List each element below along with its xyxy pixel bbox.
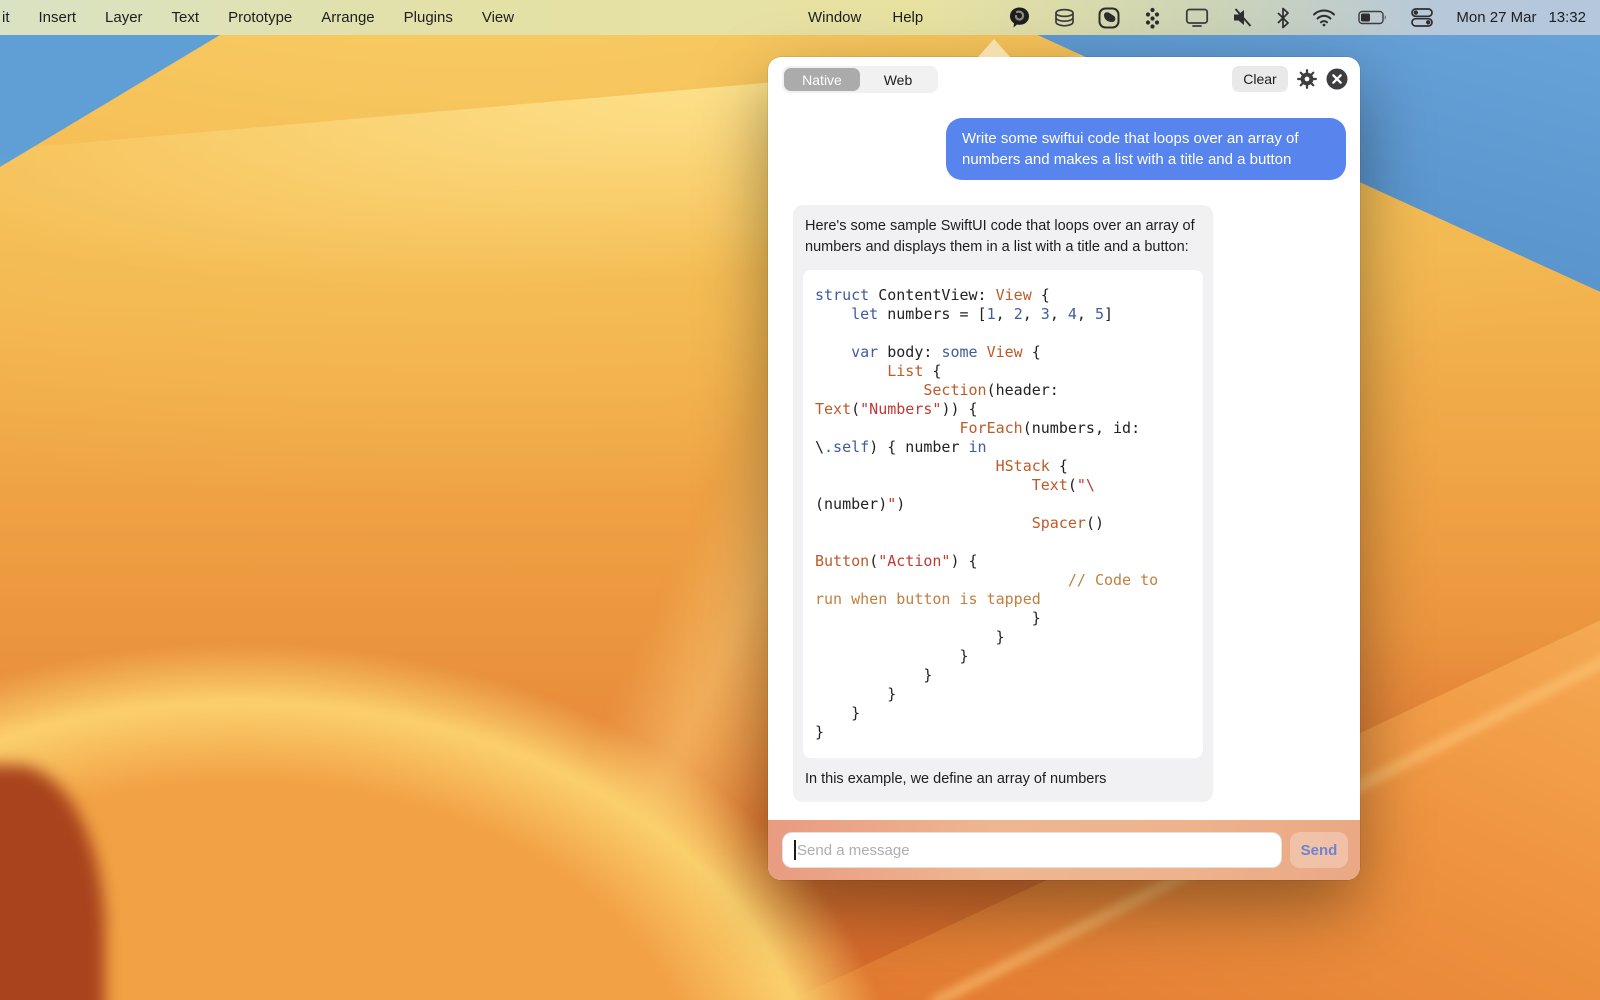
menu-bar-clock[interactable]: Mon 27 Mar 13:32: [1456, 9, 1586, 26]
code-line: }: [815, 704, 1195, 723]
message-composer: Send: [768, 820, 1360, 880]
code-line: let numbers = [1, 2, 3, 4, 5]: [815, 305, 1195, 324]
code-line: (number)"): [815, 495, 1195, 514]
clear-button[interactable]: Clear: [1232, 66, 1288, 92]
code-line: Text("\: [815, 476, 1195, 495]
send-button[interactable]: Send: [1290, 832, 1348, 868]
code-line: // Code to: [815, 571, 1195, 590]
code-line: }: [815, 647, 1195, 666]
tab-web[interactable]: Web: [860, 68, 936, 91]
settings-gear-icon[interactable]: [1296, 68, 1318, 90]
assistant-app-icon[interactable]: [1008, 6, 1031, 30]
menu-item-plugins[interactable]: Plugins: [404, 9, 453, 26]
code-line: List {: [815, 362, 1195, 381]
code-line: run when button is tapped: [815, 590, 1195, 609]
code-line: Spacer(): [815, 514, 1195, 533]
swiftui-code-block: struct ContentView: View { let numbers =…: [803, 270, 1203, 758]
shape-tool-icon[interactable]: [1098, 7, 1120, 29]
chat-transcript: Write some swiftui code that loops over …: [768, 101, 1360, 820]
mode-segmented-control: Native Web: [782, 66, 938, 93]
menu-item-insert[interactable]: Insert: [39, 9, 77, 26]
clock-date: Mon 27 Mar: [1456, 9, 1536, 26]
code-line: }: [815, 628, 1195, 647]
text-cursor: [794, 840, 796, 860]
code-line: \.self) { number in: [815, 438, 1195, 457]
display-icon[interactable]: [1185, 7, 1209, 28]
code-line: struct ContentView: View {: [815, 286, 1195, 305]
menu-item-it[interactable]: it: [2, 9, 10, 26]
code-line: }: [815, 685, 1195, 704]
popover-arrow: [978, 39, 1010, 57]
assistant-intro-text: Here's some sample SwiftUI code that loo…: [803, 216, 1203, 258]
close-icon[interactable]: [1326, 68, 1348, 90]
menu-item-text[interactable]: Text: [172, 9, 200, 26]
code-line: var body: some View {: [815, 343, 1195, 362]
code-line: Button("Action") {: [815, 552, 1195, 571]
assistant-outro-text: In this example, we define an array of n…: [803, 769, 1203, 790]
database-icon[interactable]: [1053, 7, 1076, 29]
code-line: [815, 324, 1195, 343]
clock-time: 13:32: [1548, 9, 1586, 26]
user-message-bubble: Write some swiftui code that loops over …: [946, 118, 1346, 180]
message-input[interactable]: [782, 832, 1282, 868]
menu-item-window[interactable]: Window: [808, 9, 861, 26]
app-menus: it Insert Layer Text Prototype Arrange Plugins…: [0, 9, 514, 26]
code-line: }: [815, 666, 1195, 685]
control-center-icon[interactable]: [1410, 7, 1434, 28]
code-line: ForEach(numbers, id:: [815, 419, 1195, 438]
code-line: }: [815, 609, 1195, 628]
assistant-message: Here's some sample SwiftUI code that loo…: [793, 205, 1213, 802]
code-line: }: [815, 723, 1195, 742]
dots-grid-icon[interactable]: [1142, 7, 1163, 29]
menu-item-view[interactable]: View: [482, 9, 514, 26]
code-line: Section(header:: [815, 381, 1195, 400]
message-input-wrap: [782, 832, 1282, 868]
tab-native[interactable]: Native: [784, 68, 860, 91]
status-tray: Mon 27 Mar 13:32: [1008, 0, 1600, 35]
menu-item-arrange[interactable]: Arrange: [321, 9, 374, 26]
menu-bar: it Insert Layer Text Prototype Arrange Plugins…: [0, 0, 1600, 35]
battery-icon[interactable]: [1358, 10, 1388, 25]
code-line: Text("Numbers")) {: [815, 400, 1195, 419]
menu-item-layer[interactable]: Layer: [105, 9, 143, 26]
popover-header: Native Web Clear: [768, 57, 1360, 101]
window-help-menus: Window Help: [808, 0, 923, 35]
bluetooth-icon[interactable]: [1276, 7, 1290, 29]
wifi-icon[interactable]: [1312, 8, 1336, 27]
assistant-popover: Native Web Clear: [768, 57, 1360, 880]
code-line: [815, 533, 1195, 552]
menu-item-help[interactable]: Help: [892, 9, 923, 26]
code-line: HStack {: [815, 457, 1195, 476]
volume-mute-icon[interactable]: [1231, 7, 1254, 28]
menu-item-prototype[interactable]: Prototype: [228, 9, 292, 26]
